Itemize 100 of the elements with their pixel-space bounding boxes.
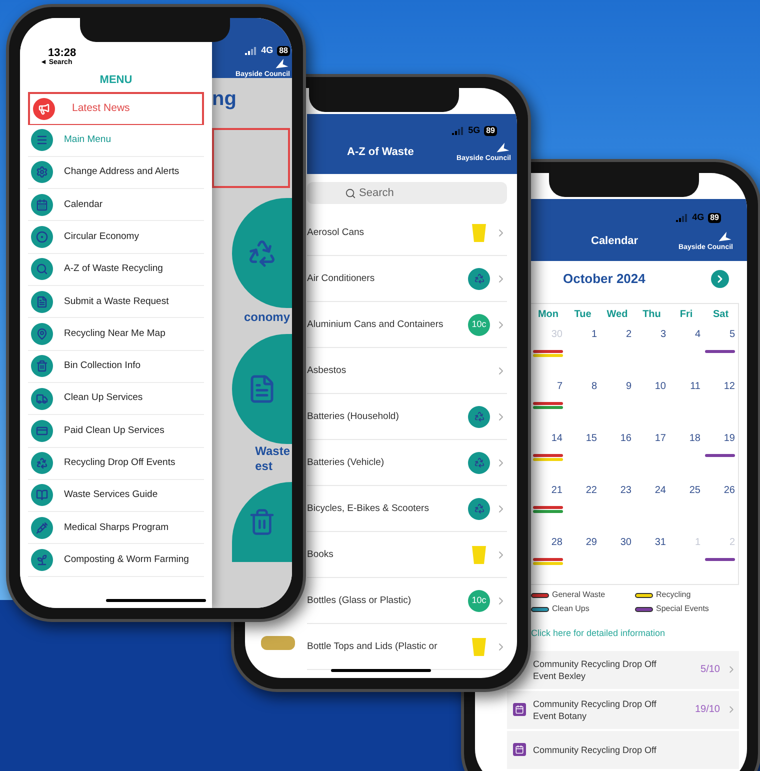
- sail-logo-icon: [274, 58, 290, 68]
- calendar-day[interactable]: 25: [689, 483, 700, 498]
- waste-item-row[interactable]: Batteries (Household): [307, 394, 507, 440]
- calendar-day[interactable]: 11: [690, 379, 700, 394]
- refund-badge: 10c: [468, 314, 490, 336]
- menu-item[interactable]: Recycling Near Me Map: [28, 318, 204, 351]
- event-row[interactable]: Community Recycling Drop Off Event Bexley 5/10: [507, 650, 739, 688]
- waste-item-row[interactable]: Aluminium Cans and Containers 10c: [307, 302, 507, 348]
- tile-label: Waste est: [255, 444, 290, 474]
- search-field[interactable]: Search: [307, 182, 507, 204]
- signal-icon: [245, 46, 258, 55]
- calendar-day[interactable]: 2: [626, 327, 632, 342]
- calendar-day[interactable]: 1: [591, 327, 597, 342]
- weekday-label: Tue: [573, 308, 592, 322]
- menu-item[interactable]: Bin Collection Info: [28, 350, 204, 383]
- screen-title: Calendar: [591, 234, 638, 249]
- calendar-day[interactable]: 22: [586, 483, 597, 498]
- target-icon: [31, 226, 53, 248]
- calendar-day[interactable]: 29: [586, 535, 597, 550]
- menu-title: MENU: [98, 72, 134, 88]
- calendar-day[interactable]: 18: [689, 431, 700, 446]
- truck-icon: [31, 388, 53, 410]
- weekday-label: Wed: [606, 308, 629, 322]
- waste-item-row[interactable]: Batteries (Vehicle): [307, 440, 507, 486]
- calendar-day[interactable]: 21: [551, 483, 562, 498]
- calendar-day[interactable]: 15: [586, 431, 597, 446]
- menu-item[interactable]: Paid Clean Up Services: [28, 415, 204, 448]
- calendar-day[interactable]: 3: [660, 327, 666, 342]
- menu-item[interactable]: Clean Up Services: [28, 382, 204, 416]
- tile-label: conomy: [244, 309, 290, 326]
- screen-title: A-Z of Waste: [347, 144, 414, 160]
- drop-off-icon: [468, 268, 490, 290]
- calendar-day[interactable]: 4: [694, 327, 700, 342]
- waste-item-row[interactable]: Aerosol Cans: [307, 210, 507, 256]
- recycling-bin-icon: [471, 636, 487, 656]
- bin-icon: [31, 355, 53, 378]
- megaphone-icon: [33, 98, 55, 120]
- waste-item-row[interactable]: Air Conditioners: [307, 256, 507, 302]
- recycling-bin-icon: [471, 544, 487, 564]
- sail-logo-icon: [717, 230, 733, 242]
- legend-label: Clean Ups: [552, 603, 590, 615]
- calendar-day[interactable]: 14: [551, 431, 562, 446]
- document-icon: [31, 290, 53, 313]
- calendar-day[interactable]: 28: [551, 535, 562, 550]
- calendar-day[interactable]: 12: [724, 379, 735, 394]
- calendar-day[interactable]: 16: [620, 431, 632, 446]
- waste-item-row[interactable]: Bottles (Glass or Plastic) 10c: [307, 578, 507, 624]
- weekday-label: Mon: [536, 308, 560, 322]
- calendar-day[interactable]: 30: [620, 535, 632, 550]
- network-type: 5G: [468, 124, 480, 137]
- calendar-day[interactable]: 23: [620, 483, 632, 498]
- legend-label: Special Events: [656, 603, 709, 615]
- calendar-day[interactable]: 19: [724, 431, 735, 446]
- calendar-day[interactable]: 9: [626, 379, 632, 394]
- settings-icon: [31, 161, 53, 184]
- menu-item[interactable]: A-Z of Waste Recycling: [28, 254, 204, 286]
- syringe-icon: [31, 516, 53, 539]
- network-type: 4G: [692, 211, 704, 224]
- menu-item[interactable]: Composting & Worm Farming: [28, 544, 204, 577]
- search-icon: [345, 188, 356, 198]
- menu-icon: [31, 129, 53, 152]
- battery-level: 89: [484, 126, 497, 136]
- refund-badge: 10c: [468, 590, 490, 612]
- calendar-day[interactable]: 8: [591, 379, 597, 394]
- menu-item[interactable]: Waste Services Guide: [28, 480, 204, 512]
- battery-level: 89: [708, 212, 721, 223]
- menu-item[interactable]: Calendar: [28, 189, 204, 222]
- calendar-day[interactable]: 17: [654, 431, 666, 446]
- next-month-button[interactable]: [711, 270, 729, 288]
- calendar-day[interactable]: 10: [654, 379, 666, 394]
- signal-icon: [676, 214, 688, 222]
- weekday-label: Fri: [678, 308, 694, 322]
- waste-item-row[interactable]: Books: [307, 532, 507, 578]
- menu-item[interactable]: Submit a Waste Request: [28, 286, 204, 318]
- calendar-day[interactable]: 5: [729, 327, 735, 342]
- menu-item[interactable]: Change Address and Alerts: [28, 156, 204, 190]
- event-row[interactable]: Community Recycling Drop Off: [507, 730, 739, 768]
- calendar-day[interactable]: 7: [556, 379, 562, 394]
- menu-item[interactable]: Medical Sharps Program: [28, 512, 204, 544]
- calendar-icon: [512, 703, 526, 716]
- weekday-label: Thu: [642, 308, 662, 322]
- event-date: 5/10: [700, 663, 720, 677]
- drop-off-icon: [468, 406, 490, 428]
- menu-item[interactable]: Circular Economy: [28, 221, 204, 254]
- legend-label: Recycling: [656, 589, 691, 601]
- waste-item-row[interactable]: Bicycles, E-Bikes & Scooters: [307, 486, 507, 532]
- waste-item-row[interactable]: Asbestos: [307, 348, 507, 394]
- search-icon: [31, 258, 53, 280]
- menu-item[interactable]: Latest News: [28, 92, 204, 125]
- menu-item[interactable]: Main Menu: [28, 124, 204, 157]
- month-title: October 2024: [563, 270, 646, 288]
- calendar-day[interactable]: 24: [654, 483, 666, 498]
- menu-item[interactable]: Recycling Drop Off Events: [28, 448, 204, 480]
- event-row[interactable]: Community Recycling Drop Off Event Botany 19/10: [507, 690, 739, 728]
- calendar-icon: [512, 743, 526, 756]
- recycle-icon: [31, 452, 53, 474]
- status-time: 13:28: [48, 48, 78, 59]
- recycling-bin-icon: [471, 222, 487, 242]
- calendar-day[interactable]: 26: [724, 483, 735, 498]
- calendar-day[interactable]: 31: [654, 535, 666, 550]
